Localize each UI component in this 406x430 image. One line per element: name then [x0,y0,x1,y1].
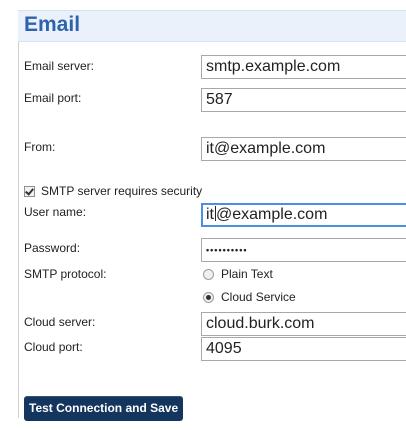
cloud-port-field[interactable]: 4095 [201,337,406,361]
email-server-field[interactable]: smtp.example.com [201,55,406,79]
plain-text-option[interactable]: Plain Text [203,267,273,281]
cloud-port-label: Cloud port: [24,340,83,354]
section-title: Email [24,13,81,36]
email-port-field[interactable]: 587 [201,88,406,112]
test-connection-save-button[interactable]: Test Connection and Save [24,396,184,421]
checkbox-checked-icon[interactable] [24,185,35,197]
email-server-label: Email server: [24,59,95,73]
cloud-server-label: Cloud server: [24,315,96,329]
password-field[interactable]: •••••••••• [201,238,406,262]
smtp-protocol-label: SMTP protocol: [24,267,107,281]
panel-left-border [18,10,19,418]
cloud-service-label: Cloud Service [221,290,296,304]
from-field[interactable]: it@example.com [201,137,406,161]
smtp-security-option[interactable]: SMTP server requires security [24,184,202,198]
plain-text-label: Plain Text [221,267,273,281]
radio-selected-icon[interactable] [203,291,214,303]
email-port-label: Email port: [24,91,82,105]
user-name-label: User name: [24,205,87,219]
password-label: Password: [24,241,81,255]
user-name-value-after-cursor: @example.com [216,206,328,223]
from-label: From: [24,140,56,154]
radio-unselected-icon[interactable] [203,268,214,280]
cloud-service-option[interactable]: Cloud Service [203,290,296,304]
user-name-field[interactable]: it @example.com [201,203,406,227]
cloud-server-field[interactable]: cloud.burk.com [201,312,406,336]
user-name-value-before-cursor: it [206,206,214,223]
email-settings-panel: Email Email server: smtp.example.com Ema… [0,0,406,430]
smtp-security-label: SMTP server requires security [41,184,203,198]
